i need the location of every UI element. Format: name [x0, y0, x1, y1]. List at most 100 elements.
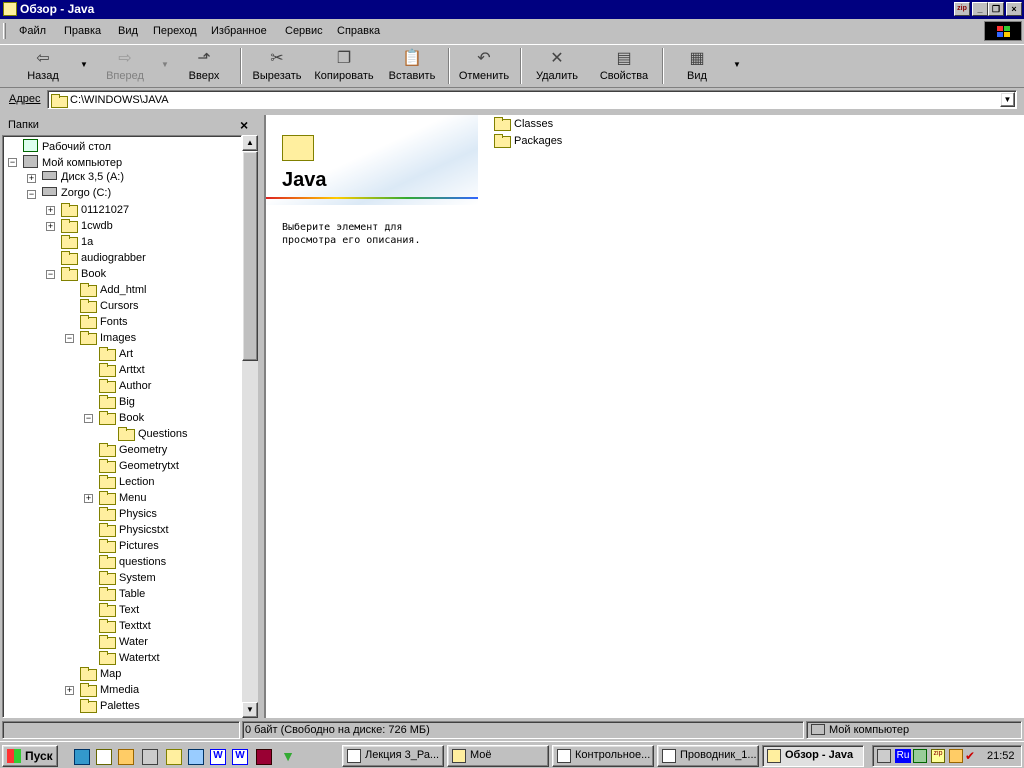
- tree-item[interactable]: Watertxt: [99, 651, 160, 667]
- zip-tray-icon[interactable]: zip: [931, 749, 945, 763]
- tree-item[interactable]: Arttxt: [99, 363, 145, 379]
- quicklaunch-disk-icon[interactable]: [188, 749, 204, 765]
- view-dropdown-icon[interactable]: ▼: [733, 60, 741, 69]
- menu-help[interactable]: Справка: [337, 25, 380, 37]
- back-dropdown-icon[interactable]: ▼: [80, 60, 88, 69]
- cut-button[interactable]: ✂ Вырезать: [246, 47, 308, 87]
- properties-button[interactable]: ▤ Свойства: [594, 47, 654, 87]
- tree-scrollbar[interactable]: ▲ ▼: [242, 135, 258, 718]
- tree-item[interactable]: Book: [61, 267, 106, 283]
- expand-icon[interactable]: +: [27, 174, 36, 183]
- tree-item[interactable]: Zorgo (C:): [42, 187, 111, 203]
- tree-item[interactable]: Physicstxt: [99, 523, 169, 539]
- language-indicator[interactable]: Ru: [895, 749, 911, 763]
- tree-item[interactable]: Book: [99, 411, 144, 427]
- tree-item[interactable]: Palettes: [80, 699, 140, 715]
- delete-button[interactable]: ✕ Удалить: [528, 47, 586, 87]
- view-button[interactable]: ▦ Вид: [672, 47, 722, 87]
- tree-item[interactable]: Texttxt: [99, 619, 151, 635]
- tree-item[interactable]: Cursors: [80, 299, 139, 315]
- quicklaunch-folder-icon[interactable]: [166, 749, 182, 765]
- expand-icon[interactable]: +: [84, 494, 93, 503]
- tree-item[interactable]: Water: [99, 635, 148, 651]
- tree-item[interactable]: audiograbber: [61, 251, 146, 267]
- tree-item[interactable]: Диск 3,5 (A:): [42, 171, 124, 187]
- task-explorer[interactable]: Проводник_1...: [657, 745, 759, 767]
- up-button[interactable]: ⬏ Вверх: [176, 47, 232, 87]
- undo-button[interactable]: ↶ Отменить: [454, 47, 514, 87]
- tree-item[interactable]: Questions: [118, 427, 188, 443]
- tray-app-icon[interactable]: [913, 749, 927, 763]
- tree-item[interactable]: System: [99, 571, 156, 587]
- menu-file[interactable]: Файл: [19, 25, 46, 37]
- start-button[interactable]: Пуск: [2, 745, 58, 767]
- quicklaunch-word2-icon[interactable]: W: [232, 749, 248, 765]
- quicklaunch-notepad-icon[interactable]: [96, 749, 112, 765]
- quicklaunch-arrow-icon[interactable]: ▼: [280, 749, 296, 765]
- paste-button[interactable]: 📋 Вставить: [382, 47, 442, 87]
- tree-item[interactable]: Table: [99, 587, 145, 603]
- restore-button[interactable]: ❐: [988, 2, 1004, 16]
- quicklaunch-scanner-icon[interactable]: [142, 749, 158, 765]
- tree-item[interactable]: Author: [99, 379, 151, 395]
- tree-item[interactable]: Мой компьютер: [23, 155, 122, 171]
- collapse-icon[interactable]: −: [46, 270, 55, 279]
- tree-item[interactable]: Geometry: [99, 443, 167, 459]
- tree-item[interactable]: Text: [99, 603, 139, 619]
- task-browse-java[interactable]: Обзор - Java: [762, 745, 864, 767]
- scroll-down-button[interactable]: ▼: [242, 702, 258, 718]
- quicklaunch-calc-icon[interactable]: [74, 749, 90, 765]
- expand-icon[interactable]: +: [65, 686, 74, 695]
- tree-item[interactable]: Fonts: [80, 315, 128, 331]
- address-field[interactable]: C:\WINDOWS\JAVA ▼: [47, 90, 1017, 109]
- tree-item[interactable]: Pictures: [99, 539, 159, 555]
- tree-item[interactable]: Add_html: [80, 283, 146, 299]
- collapse-icon[interactable]: −: [8, 158, 17, 167]
- expand-icon[interactable]: +: [46, 206, 55, 215]
- copy-button[interactable]: ❐ Копировать: [310, 47, 378, 87]
- address-dropdown-button[interactable]: ▼: [1000, 92, 1015, 107]
- quicklaunch-access-icon[interactable]: [256, 749, 272, 765]
- task-moe[interactable]: Моё: [447, 745, 549, 767]
- task-lecture[interactable]: Лекция 3_Ра...: [342, 745, 444, 767]
- tree-item[interactable]: Menu: [99, 491, 147, 507]
- collapse-icon[interactable]: −: [65, 334, 74, 343]
- quicklaunch-paint-icon[interactable]: [118, 749, 134, 765]
- forward-button[interactable]: ⇨ Вперед: [92, 47, 158, 87]
- minimize-button[interactable]: _: [972, 2, 988, 16]
- forward-dropdown-icon[interactable]: ▼: [161, 60, 169, 69]
- tree-item[interactable]: Physics: [99, 507, 157, 523]
- folder-tree[interactable]: Рабочий стол Мой компьютер − Диск 3,5 (A:) +…: [2, 135, 242, 718]
- tree-item[interactable]: 01121027: [61, 203, 129, 219]
- network-icon[interactable]: [877, 749, 891, 763]
- file-item-packages[interactable]: Packages: [494, 134, 562, 150]
- menu-edit[interactable]: Правка: [64, 25, 101, 37]
- tree-item[interactable]: Рабочий стол: [23, 139, 111, 155]
- scroll-up-button[interactable]: ▲: [242, 135, 258, 151]
- tree-item[interactable]: Map: [80, 667, 121, 683]
- menu-tools[interactable]: Сервис: [285, 25, 323, 37]
- tree-item[interactable]: Art: [99, 347, 133, 363]
- close-pane-icon[interactable]: ×: [240, 117, 248, 133]
- tray-pencil-icon[interactable]: [949, 749, 963, 763]
- tree-item[interactable]: Images: [80, 331, 136, 347]
- scroll-thumb[interactable]: [242, 151, 258, 361]
- collapse-icon[interactable]: −: [27, 190, 36, 199]
- zip-icon[interactable]: zip: [954, 2, 970, 16]
- back-button[interactable]: ⇦ Назад: [10, 47, 76, 87]
- tree-item[interactable]: Geometrytxt: [99, 459, 179, 475]
- tree-item[interactable]: questions: [99, 555, 166, 571]
- tree-item[interactable]: 1cwdb: [61, 219, 113, 235]
- menu-go[interactable]: Переход: [153, 25, 197, 37]
- tree-item[interactable]: Big: [99, 395, 135, 411]
- tray-check-icon[interactable]: ✔: [965, 749, 979, 763]
- file-item-classes[interactable]: Classes: [494, 117, 553, 133]
- tree-item[interactable]: Lection: [99, 475, 154, 491]
- quicklaunch-word-icon[interactable]: W: [210, 749, 226, 765]
- tree-item[interactable]: Mmedia: [80, 683, 139, 699]
- close-button[interactable]: ×: [1006, 2, 1022, 16]
- menu-view[interactable]: Вид: [118, 25, 138, 37]
- collapse-icon[interactable]: −: [84, 414, 93, 423]
- task-control[interactable]: Контрольное...: [552, 745, 654, 767]
- tree-item[interactable]: 1a: [61, 235, 93, 251]
